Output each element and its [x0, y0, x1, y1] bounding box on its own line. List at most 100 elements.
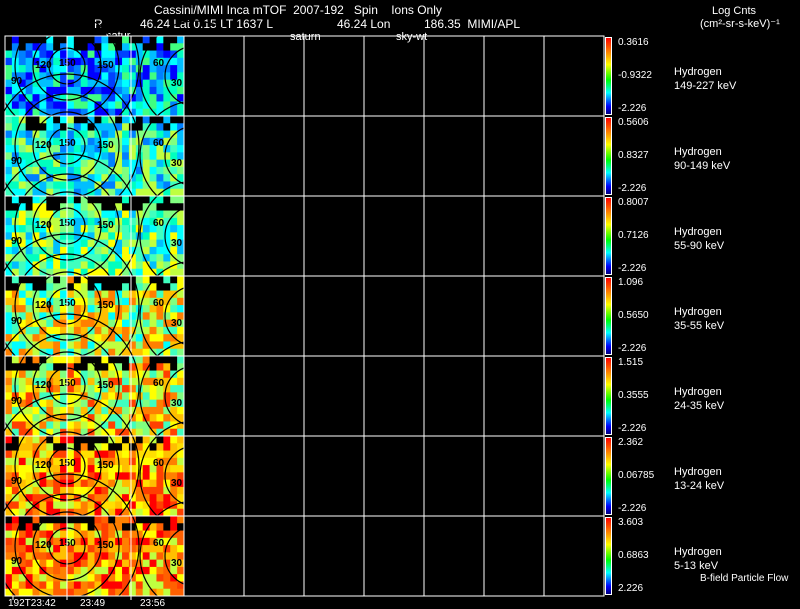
- heatmap-cell: [87, 174, 95, 182]
- heatmap-cell: [53, 356, 61, 364]
- heatmap-cell: [170, 123, 178, 131]
- heatmap-cell: [170, 283, 178, 291]
- heatmap-cell: [101, 36, 109, 44]
- heatmap-cell: [142, 566, 150, 575]
- heatmap-cell: [163, 334, 171, 342]
- heatmap-cell: [170, 203, 178, 211]
- heatmap-cell: [128, 385, 137, 393]
- heatmap-cell: [142, 392, 150, 401]
- heatmap-cell: [170, 188, 178, 197]
- heatmap-cell: [5, 123, 13, 131]
- heatmap-cell: [156, 334, 164, 342]
- heatmap-cell: [87, 537, 95, 546]
- heatmap-cell: [177, 145, 185, 153]
- contour-label: 150: [97, 540, 114, 551]
- heatmap-cell: [11, 108, 20, 117]
- heatmap-cell: [87, 377, 95, 386]
- heatmap-cell: [122, 545, 130, 553]
- contour-label: 30: [171, 238, 183, 249]
- heatmap-cell: [170, 108, 178, 117]
- heatmap-cell: [156, 479, 164, 488]
- contour-label: 150: [97, 380, 114, 391]
- heatmap-cell: [32, 516, 40, 524]
- heatmap-cell: [156, 79, 164, 88]
- heatmap-cell: [87, 130, 95, 139]
- heatmap-cell: [115, 581, 123, 590]
- heatmap-cell: [142, 79, 150, 88]
- heatmap-cell: [25, 566, 33, 575]
- heatmap-cell: [128, 181, 137, 190]
- heatmap-cell: [5, 566, 13, 575]
- heatmap-cell: [5, 465, 13, 473]
- heatmap-cell: [39, 50, 47, 59]
- contour-label: 60: [153, 458, 165, 469]
- heatmap-cell: [25, 210, 33, 219]
- heatmap-cell: [149, 414, 157, 422]
- heatmap-cell: [46, 581, 54, 590]
- heatmap-cell: [39, 79, 47, 88]
- heatmap-cell: [142, 276, 150, 284]
- heatmap-cell: [101, 326, 109, 335]
- heatmap-cell: [66, 254, 75, 262]
- heatmap-cell: [156, 552, 164, 561]
- heatmap-cell: [101, 276, 109, 284]
- heatmap-cell: [80, 581, 89, 590]
- heatmap-cell: [101, 210, 109, 219]
- heatmap-cell: [128, 457, 137, 466]
- heatmap-cell: [101, 283, 109, 291]
- heatmap-cell: [87, 225, 95, 233]
- heatmap-cell: [39, 319, 47, 328]
- heatmap-cell: [87, 246, 95, 255]
- heatmap-cell: [46, 319, 54, 328]
- heatmap-cell: [66, 341, 75, 350]
- heatmap-cell: [18, 341, 27, 350]
- heatmap-cell: [87, 94, 95, 102]
- heatmap-cell: [5, 348, 13, 357]
- heatmap-cell: [25, 406, 33, 415]
- heatmap-cell: [122, 530, 130, 539]
- heatmap-cell: [142, 559, 150, 568]
- colorbar-min-label: 2.226: [618, 583, 644, 594]
- heatmap-cell: [25, 297, 33, 306]
- heatmap-cell: [39, 421, 47, 430]
- heatmap-cell: [53, 326, 61, 335]
- heatmap-cell: [80, 559, 89, 568]
- energy-label: 149-227 keV: [674, 80, 737, 92]
- heatmap-cell: [32, 166, 40, 175]
- heatmap-cell: [142, 312, 150, 321]
- heatmap-cell: [39, 501, 47, 510]
- heatmap-cell: [87, 101, 95, 110]
- heatmap-cell: [108, 210, 116, 219]
- heatmap-cell: [11, 276, 20, 284]
- heatmap-cell: [115, 101, 123, 110]
- heatmap-cell: [39, 581, 47, 590]
- heatmap-cell: [101, 116, 109, 124]
- heatmap-cell: [128, 392, 137, 401]
- heatmap-cell: [94, 94, 102, 102]
- colorbar: [605, 437, 612, 515]
- heatmap-cell: [5, 130, 13, 139]
- heatmap-cell: [128, 305, 137, 313]
- heatmap-cell: [5, 428, 13, 437]
- heatmap-cell: [25, 545, 33, 553]
- heatmap-cell: [94, 254, 102, 262]
- heatmap-cell: [11, 508, 20, 517]
- heatmap-cell: [122, 450, 130, 459]
- heatmap-cell: [53, 36, 61, 44]
- contour-label: 150: [97, 220, 114, 231]
- heatmap-cell: [122, 479, 130, 488]
- heatmap-cell: [46, 523, 54, 531]
- heatmap-cell: [46, 559, 54, 568]
- colorbar-mid-label: 0.5650: [618, 310, 649, 321]
- heatmap-cell: [170, 363, 178, 371]
- heatmap-cell: [39, 130, 47, 139]
- heatmap-cell: [135, 508, 144, 517]
- heatmap-cell: [101, 406, 109, 415]
- heatmap-cell: [135, 174, 144, 182]
- heatmap-cell: [122, 232, 130, 241]
- heatmap-cell: [163, 261, 171, 270]
- heatmap-cell: [156, 399, 164, 408]
- contour-label: 150: [59, 538, 76, 549]
- heatmap-cell: [101, 166, 109, 175]
- heatmap-cell: [25, 450, 33, 459]
